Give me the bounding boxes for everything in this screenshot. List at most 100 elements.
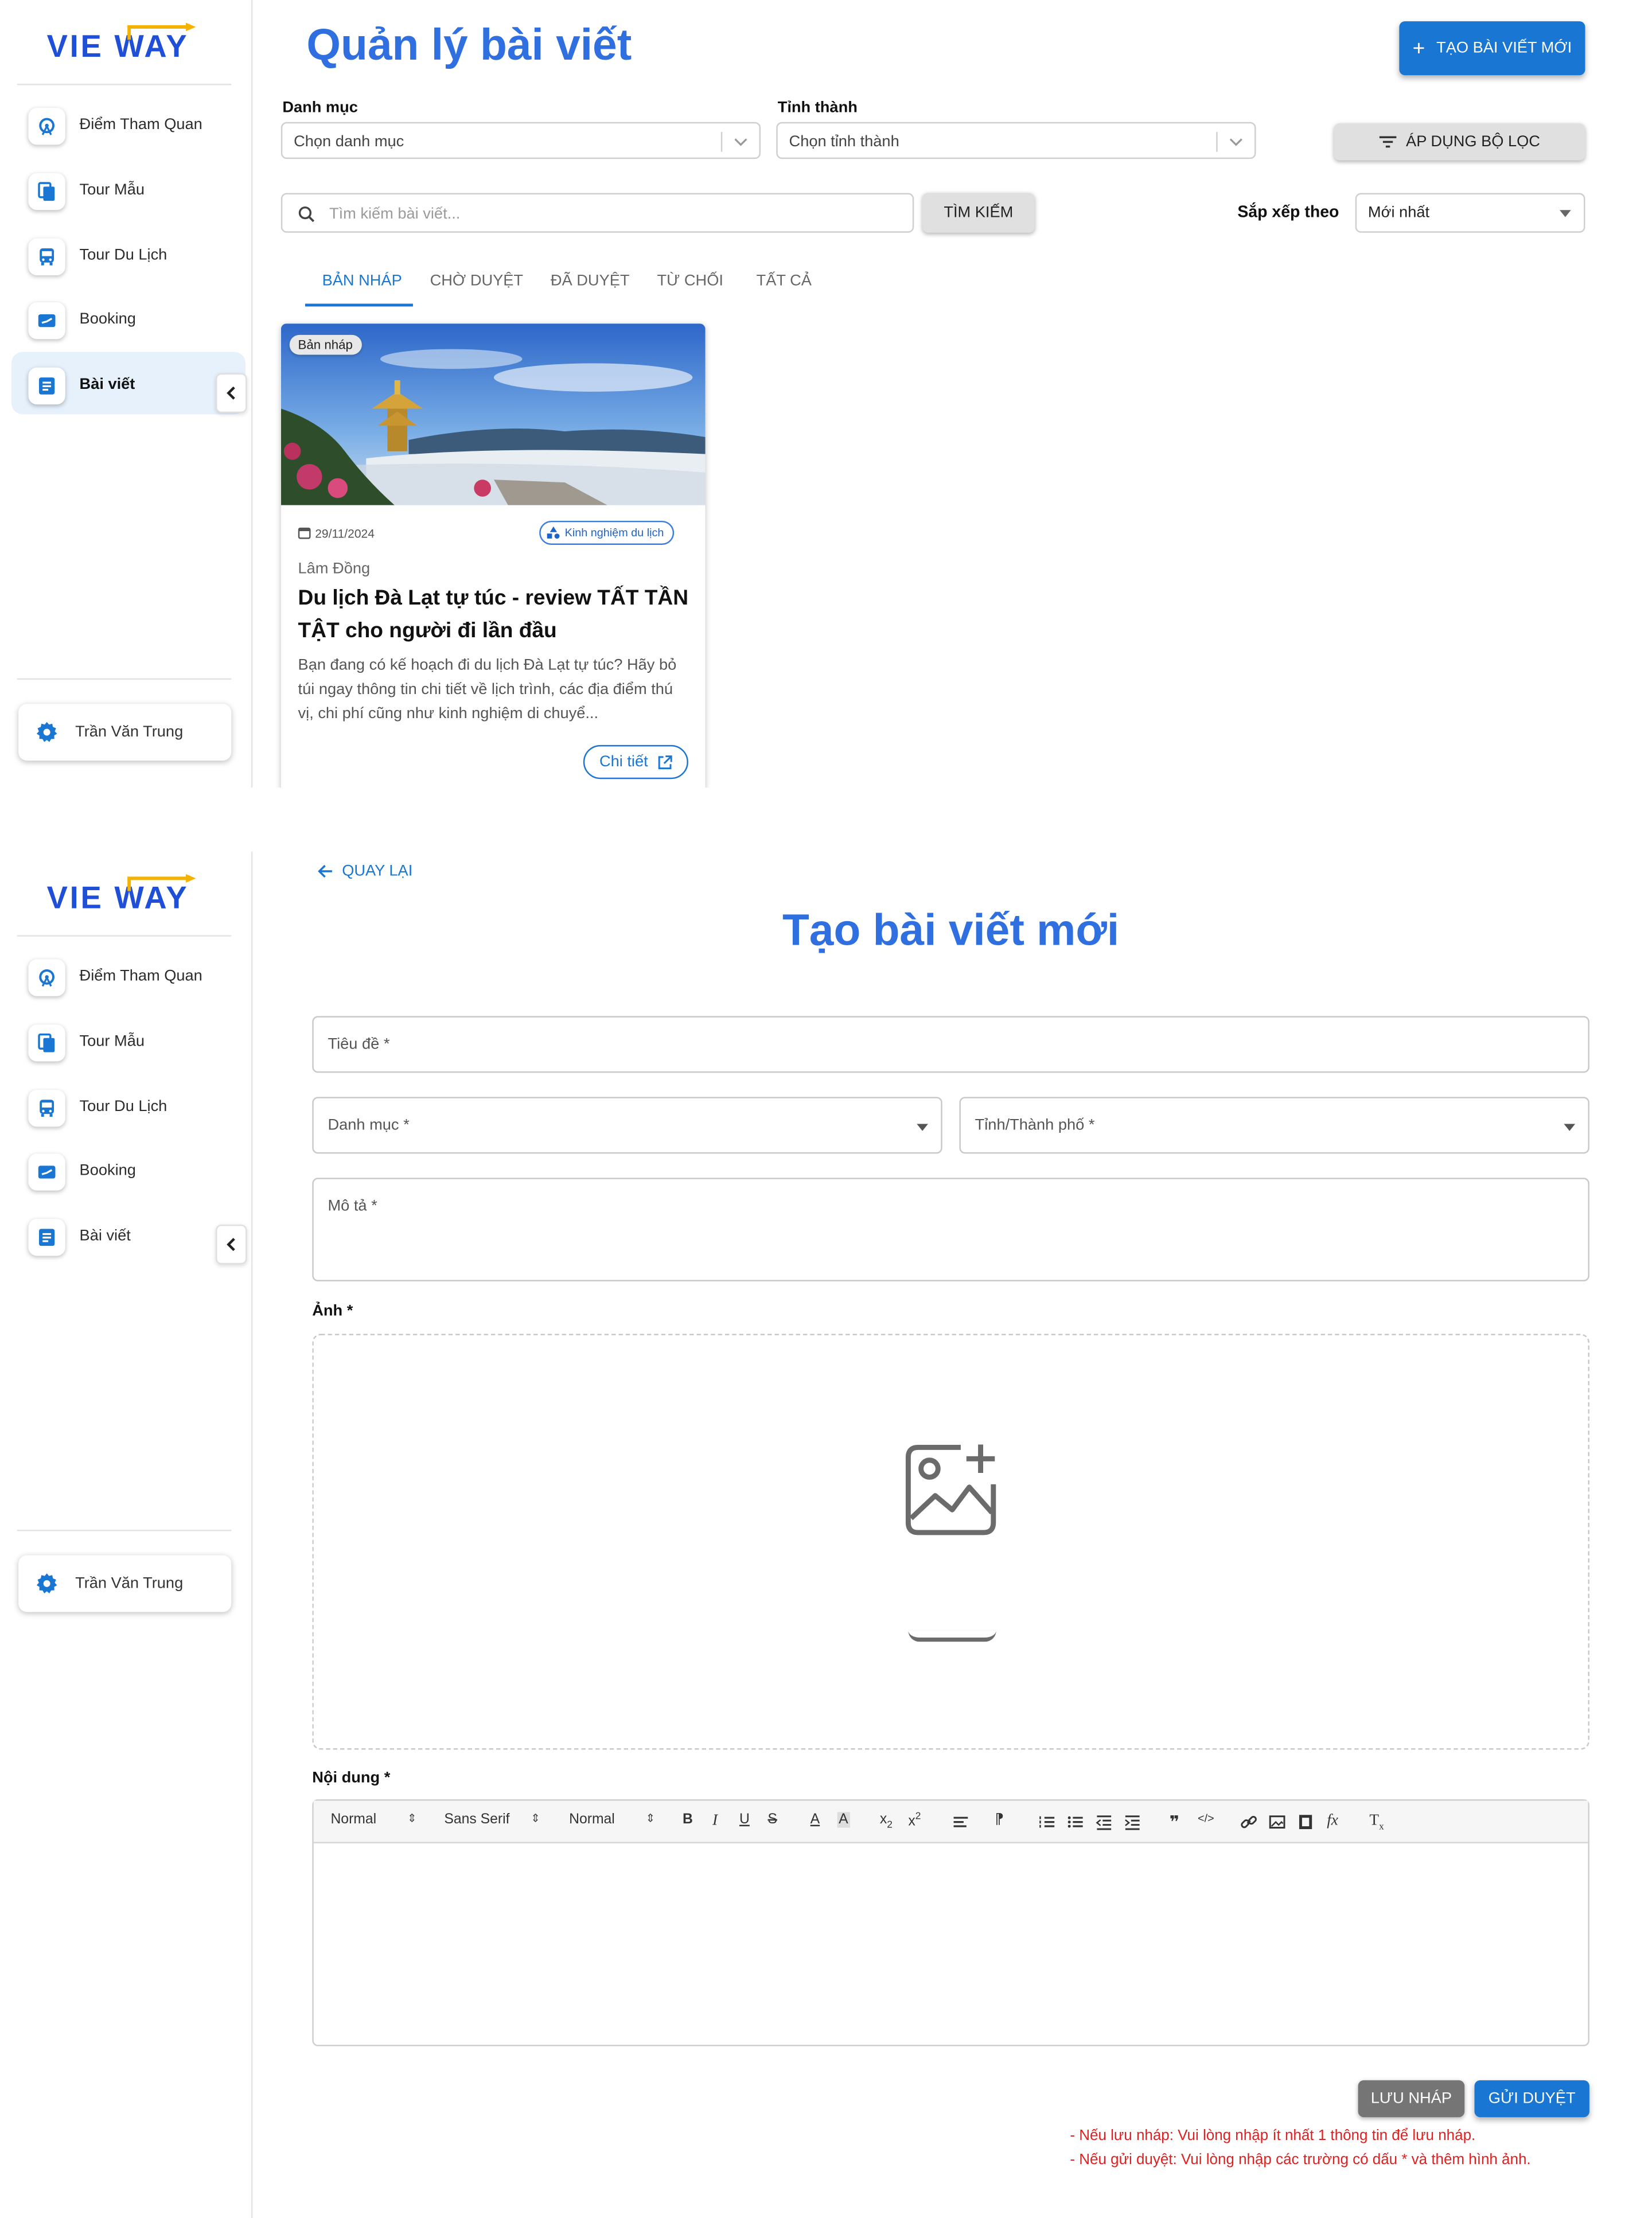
apply-filter-button[interactable]: ÁP DỤNG BỘ LỌC [1334, 123, 1585, 161]
sidebar-item-label: Điểm Tham Quan [79, 968, 202, 985]
bullet-list-icon[interactable] [1067, 1814, 1084, 1831]
save-draft-button[interactable]: LƯU NHÁP [1358, 2080, 1465, 2118]
bus-icon [28, 1090, 65, 1127]
chevron-left-icon [227, 386, 235, 400]
active-tab-indicator [305, 303, 413, 307]
sidebar-item-booking[interactable]: Booking [11, 287, 246, 349]
logo-arrow-icon [127, 22, 196, 40]
sort-select[interactable]: Mới nhất [1355, 193, 1585, 233]
category-filter-select[interactable]: Chọn danh mục [280, 122, 761, 159]
ordered-list-icon[interactable] [1039, 1814, 1056, 1831]
tab-tat-ca[interactable]: TẤT CẢ [757, 272, 812, 290]
sidebar-item-booking[interactable]: Booking [11, 1138, 246, 1200]
sidebar-item-tour-du-lich[interactable]: Tour Du Lịch [11, 223, 246, 285]
sidebar-item-tour-mau[interactable]: Tour Mẫu [11, 1009, 246, 1071]
updown-icon: ⇕ [531, 1812, 540, 1825]
align-icon[interactable] [952, 1814, 969, 1831]
sidebar-divider [17, 1529, 232, 1531]
collapse-sidebar-button[interactable] [216, 1225, 247, 1265]
logo[interactable]: VIE WAY [47, 874, 203, 917]
video-icon[interactable] [1297, 1814, 1314, 1831]
sidebar: VIE WAY Điểm Tham Quan Tour Mẫu Tour Du … [0, 851, 253, 2218]
category-select[interactable]: Danh mục * [312, 1097, 942, 1154]
bold-icon[interactable]: B [683, 1812, 693, 1827]
submit-review-button[interactable]: GỬI DUYỆT [1474, 2080, 1589, 2118]
post-location: Lâm Đồng [298, 560, 371, 578]
header-select[interactable]: Normal [330, 1812, 376, 1827]
sidebar-item-label: Tour Du Lịch [79, 247, 167, 264]
tab-da-duyet[interactable]: ĐÃ DUYỆT [551, 272, 630, 290]
add-photo-icon [905, 1444, 996, 1535]
tab-cho-duyet[interactable]: CHỜ DUYỆT [430, 272, 523, 290]
sidebar-item-bai-viet[interactable]: Bài viết [11, 352, 246, 415]
tab-tu-choi[interactable]: TỪ CHỐI [657, 272, 723, 290]
description-placeholder: Mô tả * [328, 1198, 377, 1215]
search-button[interactable]: TÌM KIẾM [922, 193, 1035, 233]
user-profile-card[interactable]: Trần Văn Trung [18, 1555, 232, 1612]
post-title: Du lịch Đà Lạt tự túc - review TẤT TẦN T… [298, 586, 689, 643]
italic-icon[interactable]: I [712, 1812, 718, 1829]
create-post-button[interactable]: + TẠO BÀI VIẾT MỚI [1399, 21, 1585, 76]
copy-icon [28, 1024, 65, 1062]
indent-icon[interactable] [1124, 1814, 1141, 1831]
text-color-icon[interactable]: A [811, 1812, 820, 1827]
updown-icon: ⇕ [407, 1812, 417, 1825]
blockquote-icon[interactable]: ❞ [1170, 1812, 1179, 1832]
font-select[interactable]: Sans Serif [444, 1812, 509, 1827]
editor-content-area[interactable] [314, 1843, 1588, 2048]
subscript-icon[interactable]: x2 [880, 1812, 893, 1830]
image-icon[interactable] [1269, 1814, 1286, 1831]
clear-format-icon[interactable]: Tx [1369, 1812, 1384, 1832]
plus-icon: + [1412, 36, 1425, 61]
formula-icon[interactable]: fx [1327, 1812, 1338, 1829]
back-button[interactable]: QUAY LẠI [318, 863, 412, 880]
sidebar-item-bai-viet[interactable]: Bài viết [11, 1203, 246, 1266]
create-post-screen: VIE WAY Điểm Tham Quan Tour Mẫu Tour Du … [0, 851, 1652, 2218]
text-direction-icon[interactable]: ⁋ [995, 1812, 1004, 1827]
code-block-icon[interactable]: </> [1198, 1812, 1214, 1825]
sidebar-item-tour-du-lich[interactable]: Tour Du Lịch [11, 1074, 246, 1137]
outdent-icon[interactable] [1096, 1814, 1113, 1831]
collapse-sidebar-button[interactable] [216, 373, 247, 413]
sidebar-item-label: Tour Mẫu [79, 181, 145, 199]
title-input[interactable]: Tiêu đề * [312, 1016, 1589, 1073]
select-separator [720, 132, 723, 152]
sidebar-item-tour-mau[interactable]: Tour Mẫu [11, 158, 246, 220]
select-separator [1216, 132, 1218, 152]
image-dropzone[interactable] [312, 1334, 1589, 1750]
copy-icon [28, 173, 65, 211]
province-select[interactable]: Tỉnh/Thành phố * [959, 1097, 1589, 1154]
sidebar-item-label: Điểm Tham Quan [79, 116, 202, 134]
post-card[interactable]: Bản nháp 29/11/2024 Kinh nghiệm du lịch … [280, 323, 706, 788]
post-date: 29/11/2024 [315, 526, 375, 541]
gear-icon [36, 1573, 57, 1594]
detail-button-label: Chi tiết [599, 753, 648, 771]
logo[interactable]: VIE WAY [47, 22, 203, 65]
sidebar-item-label: Bài viết [79, 376, 135, 393]
size-select[interactable]: Normal [569, 1812, 615, 1827]
sidebar-item-label: Booking [79, 1162, 136, 1179]
description-textarea[interactable]: Mô tả * [312, 1178, 1589, 1282]
bus-icon [28, 238, 65, 275]
category-placeholder: Danh mục * [328, 1117, 410, 1134]
link-icon[interactable] [1240, 1814, 1257, 1831]
sidebar-item-label: Booking [79, 310, 136, 328]
province-filter-select[interactable]: Chọn tỉnh thành [776, 122, 1256, 159]
background-color-icon[interactable]: A [837, 1812, 850, 1828]
status-tabs: BẢN NHÁP CHỜ DUYỆT ĐÃ DUYỆT TỪ CHỐI TẤT … [305, 272, 873, 307]
category-chip-label: Kinh nghiệm du lịch [564, 526, 664, 540]
tab-ban-nhap[interactable]: BẢN NHÁP [322, 272, 402, 290]
post-list-screen: VIE WAY Điểm Tham Quan Tour Mẫu Tour Du … [0, 0, 1652, 788]
superscript-icon[interactable]: x2 [908, 1812, 921, 1830]
province-placeholder: Tỉnh/Thành phố * [975, 1117, 1095, 1134]
editor-toolbar: Normal ⇕ Sans Serif ⇕ Normal ⇕ B I U S A… [313, 1800, 1588, 1843]
underline-icon[interactable]: U [739, 1812, 750, 1827]
gear-icon [36, 722, 57, 742]
user-profile-card[interactable]: Trần Văn Trung [18, 704, 232, 761]
sidebar-item-diem-tham-quan[interactable]: Điểm Tham Quan [11, 92, 246, 155]
detail-button[interactable]: Chi tiết [583, 744, 688, 779]
draft-note: - Nếu lưu nháp: Vui lòng nhập ít nhất 1 … [1070, 2127, 1476, 2145]
sidebar-item-diem-tham-quan[interactable]: Điểm Tham Quan [11, 944, 246, 1006]
strike-icon[interactable]: S [767, 1812, 777, 1827]
search-input[interactable]: Tìm kiếm bài viết... [280, 193, 914, 233]
